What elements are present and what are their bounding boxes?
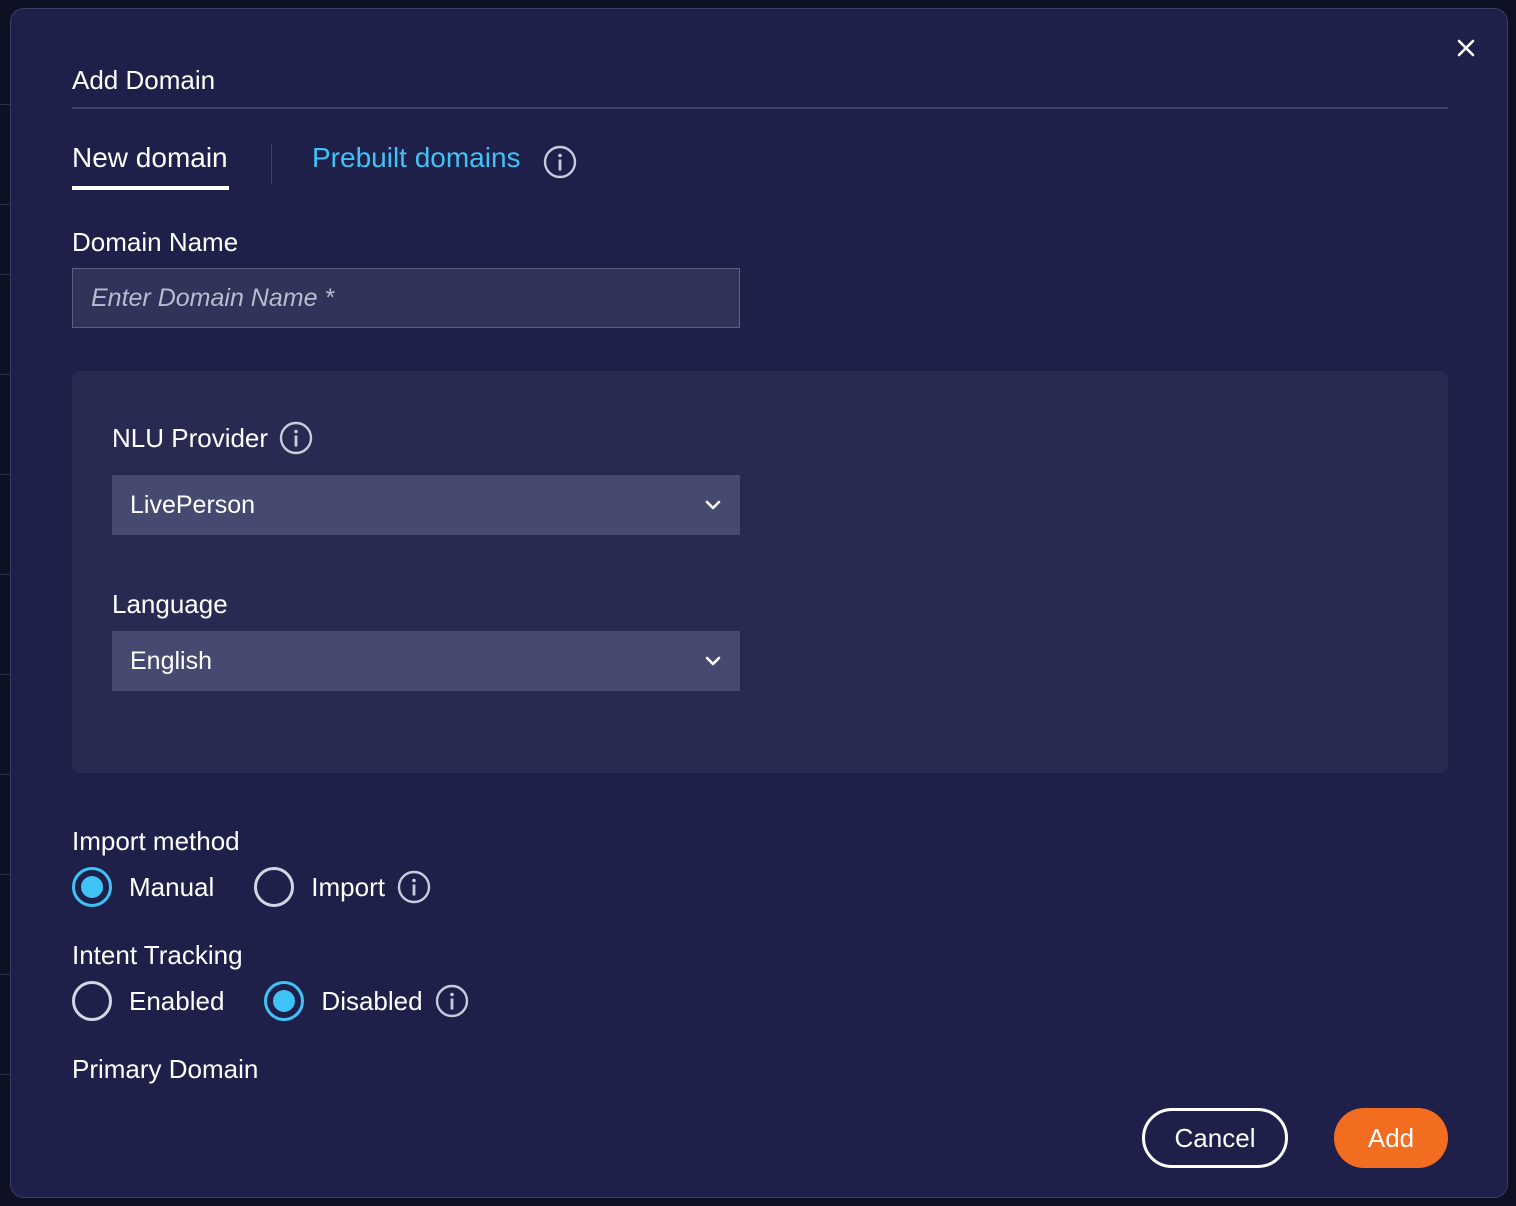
import-method-label: Import method [72,826,240,856]
domain-name-label: Domain Name [72,227,239,257]
info-icon[interactable] [279,421,313,455]
dialog-title: Add Domain [72,65,216,95]
nlu-provider-select[interactable]: LivePerson [112,475,740,535]
import-method-group: Manual Import [72,865,431,909]
radio-import[interactable] [254,867,295,907]
tab-prebuilt-domains[interactable]: Prebuilt domains [312,142,521,174]
backdrop-edge [0,0,10,1206]
info-icon[interactable] [397,870,431,904]
radio-manual[interactable] [72,867,112,907]
language-label: Language [112,589,228,619]
radio-disabled-label[interactable]: Disabled [321,986,422,1017]
nlu-provider-label: NLU Provider [112,423,269,453]
radio-manual-label[interactable]: Manual [129,872,214,903]
close-icon [1457,39,1475,57]
close-button[interactable] [1451,33,1481,63]
add-domain-dialog: Add Domain New domain Prebuilt domains D… [10,8,1508,1198]
primary-domain-label: Primary Domain [72,1054,259,1084]
nlu-settings-panel: NLU Provider LivePerson Language English [72,371,1448,773]
info-icon[interactable] [543,145,577,179]
info-icon[interactable] [435,984,469,1018]
language-select[interactable]: English [112,631,740,691]
title-divider [72,107,1448,109]
nlu-provider-value: LivePerson [130,490,256,519]
add-button[interactable]: Add [1334,1108,1448,1168]
radio-enabled[interactable] [72,981,112,1021]
radio-import-label[interactable]: Import [311,872,385,903]
intent-tracking-label: Intent Tracking [72,940,243,970]
tab-new-domain[interactable]: New domain [72,142,228,174]
radio-disabled[interactable] [264,981,305,1021]
chevron-down-icon [705,656,721,666]
language-value: English [130,646,212,675]
domain-name-input[interactable] [72,268,740,328]
cancel-button[interactable]: Cancel [1142,1108,1288,1168]
active-tab-indicator [72,186,229,190]
chevron-down-icon [705,500,721,510]
radio-enabled-label[interactable]: Enabled [129,986,224,1017]
tab-separator [271,144,272,184]
intent-tracking-group: Enabled Disabled [72,979,469,1023]
